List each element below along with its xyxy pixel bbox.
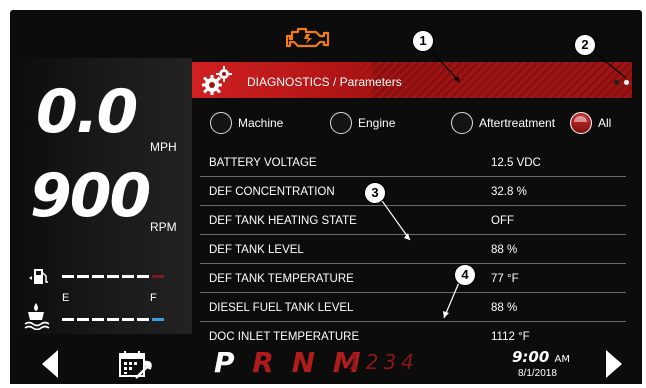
filter-aftertreatment[interactable]: Aftertreatment [451,112,555,134]
param-name: DEF TANK TEMPERATURE [209,273,354,285]
filter-machine[interactable]: Machine [210,112,283,134]
callout-1: 1 [412,30,434,52]
callout-2: 2 [574,34,596,56]
table-row[interactable]: DEF TANK LEVEL 88 % [200,235,626,264]
fuel-pump-icon [29,269,48,284]
arrow-right-icon[interactable] [604,348,626,380]
calendar-wrench-icon[interactable] [118,350,152,380]
filter-aftertreatment-label: Aftertreatment [479,116,556,130]
arrow-left-icon[interactable] [38,348,60,380]
date: 8/1/2018 [518,368,557,379]
gear-p: P [214,346,239,379]
filter-engine[interactable]: Engine [330,112,395,134]
gear-n: N [291,346,320,379]
table-row[interactable]: DEF TANK TEMPERATURE 77 °F [200,264,626,293]
param-name: DEF TANK LEVEL [209,244,304,256]
gears-icon [202,66,232,95]
speed-unit: MPH [150,140,177,154]
param-value: 32.8 % [491,186,527,198]
callout-3: 3 [364,182,386,204]
page-dot-2[interactable] [624,80,629,85]
check-engine-icon [286,27,330,48]
rpm-value: 900 [30,161,151,231]
fuel-level-bar [62,275,164,278]
filter-all[interactable]: All [570,112,611,134]
param-value: 1112 °F [491,331,530,343]
radio-aftertreatment[interactable] [451,112,473,134]
param-value: 88 % [491,244,518,256]
table-row[interactable]: DEF CONCENTRATION 32.8 % [200,177,626,206]
param-value: 88 % [491,302,518,314]
filter-machine-label: Machine [238,116,284,130]
speed-value: 0.0 [36,77,138,147]
fuel-full-label: F [150,292,157,304]
filter-all-label: All [598,116,612,130]
clock-time: 9:00 [512,348,550,366]
page-title: DIAGNOSTICS / Parameters [247,75,402,89]
def-level-bar [62,318,164,321]
gear-numbers: 1234 [348,350,419,374]
page-indicator[interactable] [614,80,629,85]
param-name: DIESEL FUEL TANK LEVEL [209,302,354,314]
param-value: 12.5 VDC [491,157,541,169]
clock-ampm: AM [554,354,571,365]
param-name: DEF CONCENTRATION [209,186,335,198]
page-dot-1[interactable] [614,80,619,85]
table-row[interactable]: BATTERY VOLTAGE 12.5 VDC [200,148,626,177]
gear-selector: P R N M [214,346,365,379]
filter-engine-label: Engine [358,116,396,130]
clock: 9:00 AM [512,348,570,366]
def-fluid-icon [24,303,50,330]
param-name: BATTERY VOLTAGE [209,157,317,169]
fuel-empty-label: E [62,292,70,304]
param-name: DOC INLET TEMPERATURE [209,331,360,343]
callout-4: 4 [454,264,476,286]
table-row[interactable]: DIESEL FUEL TANK LEVEL 88 % [200,293,626,322]
param-value: OFF [491,215,514,227]
param-name: DEF TANK HEATING STATE [209,215,357,227]
radio-engine[interactable] [330,112,352,134]
param-value: 77 °F [491,273,519,285]
table-row[interactable]: DEF TANK HEATING STATE OFF [200,206,626,235]
parameters-table: BATTERY VOLTAGE 12.5 VDC DEF CONCENTRATI… [200,148,626,350]
rpm-unit: RPM [150,220,177,234]
radio-all[interactable] [570,112,592,134]
radio-machine[interactable] [210,112,232,134]
gear-r: R [252,346,278,379]
